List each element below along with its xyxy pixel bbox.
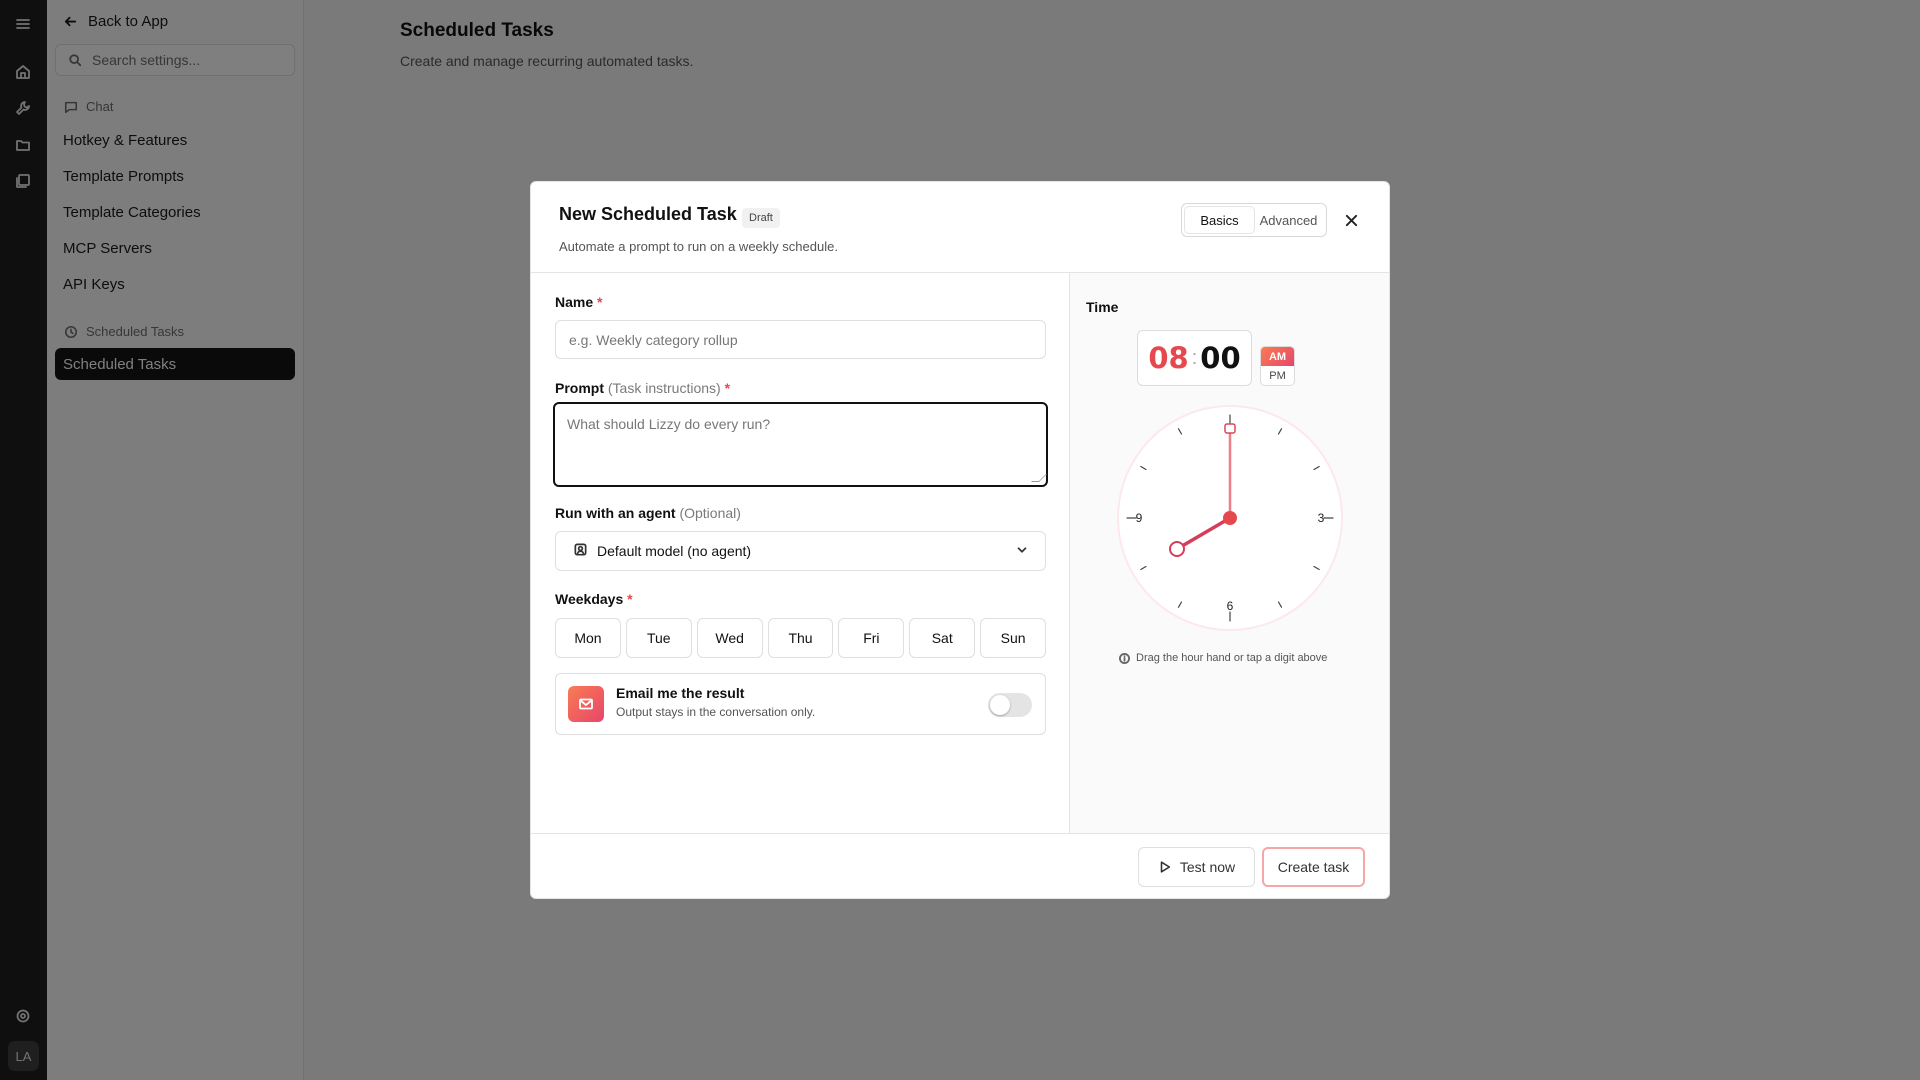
time-colon: : (1191, 346, 1198, 369)
dial-number-3: 3 (1318, 511, 1325, 525)
dialog-title: New Scheduled Task (559, 204, 737, 224)
test-now-button[interactable]: Test now (1138, 847, 1255, 887)
prompt-field[interactable] (553, 402, 1048, 487)
day-thu[interactable]: Thu (767, 618, 834, 658)
dial-number-6: 6 (1227, 599, 1234, 613)
tab-advanced[interactable]: Advanced (1254, 207, 1323, 233)
agent-selected-value: Default model (no agent) (597, 543, 752, 559)
time-display: 08 : 00 (1137, 330, 1252, 386)
email-result-card: Email me the result Output stays in the … (555, 673, 1046, 735)
am-option[interactable]: AM (1261, 347, 1294, 366)
dial-number-9: 9 (1136, 511, 1143, 525)
clock-hint: Drag the hour hand or tap a digit above (1119, 652, 1327, 664)
create-task-button[interactable]: Create task (1262, 847, 1365, 887)
agent-icon (573, 542, 588, 560)
time-panel: Time 08 : 00 AM PM 3 6 9 Drag the hour h… (1070, 273, 1389, 833)
name-field[interactable] (555, 320, 1046, 359)
prompt-label: Prompt (Task instructions) * (555, 380, 731, 396)
mode-tabs: Basics Advanced (1181, 203, 1327, 237)
day-tue[interactable]: Tue (625, 618, 692, 658)
prompt-textarea[interactable] (555, 404, 1046, 485)
clock-dial[interactable]: 3 6 9 (1115, 403, 1345, 633)
weekdays-label: Weekdays * (555, 591, 633, 607)
minute-hand-grip (1224, 423, 1236, 434)
minute-digit[interactable]: 00 (1200, 341, 1240, 375)
agent-select[interactable]: Default model (no agent) (555, 531, 1046, 571)
pm-option[interactable]: PM (1261, 366, 1294, 385)
day-sun[interactable]: Sun (980, 618, 1047, 658)
close-icon (1345, 214, 1357, 226)
hour-digit[interactable]: 08 (1148, 341, 1188, 375)
name-label: Name * (555, 294, 603, 310)
day-fri[interactable]: Fri (838, 618, 905, 658)
dialog-subtitle: Automate a prompt to run on a weekly sch… (559, 239, 838, 254)
mail-icon (568, 686, 604, 722)
tab-basics[interactable]: Basics (1185, 207, 1254, 233)
draft-badge: Draft (742, 208, 780, 228)
dial-center (1223, 511, 1237, 525)
info-icon (1119, 652, 1130, 664)
chevron-down-icon (1015, 543, 1029, 560)
email-subtitle: Output stays in the conversation only. (616, 705, 816, 719)
new-scheduled-task-dialog: New Scheduled Task Draft Automate a prom… (530, 181, 1390, 899)
day-mon[interactable]: Mon (555, 618, 621, 658)
day-sat[interactable]: Sat (909, 618, 976, 658)
day-wed[interactable]: Wed (696, 618, 763, 658)
name-input[interactable] (556, 321, 1045, 358)
email-title: Email me the result (616, 685, 745, 701)
hour-hand-handle (1169, 541, 1185, 557)
am-pm-toggle: AM PM (1260, 346, 1295, 386)
play-icon (1160, 861, 1171, 873)
weekday-selector: Mon Tue Wed Thu Fri Sat Sun (555, 618, 1047, 658)
email-toggle[interactable] (988, 693, 1032, 717)
time-label: Time (1086, 299, 1119, 315)
close-button[interactable] (1341, 210, 1361, 230)
footer-divider (531, 833, 1389, 834)
agent-label: Run with an agent (Optional) (555, 505, 741, 521)
